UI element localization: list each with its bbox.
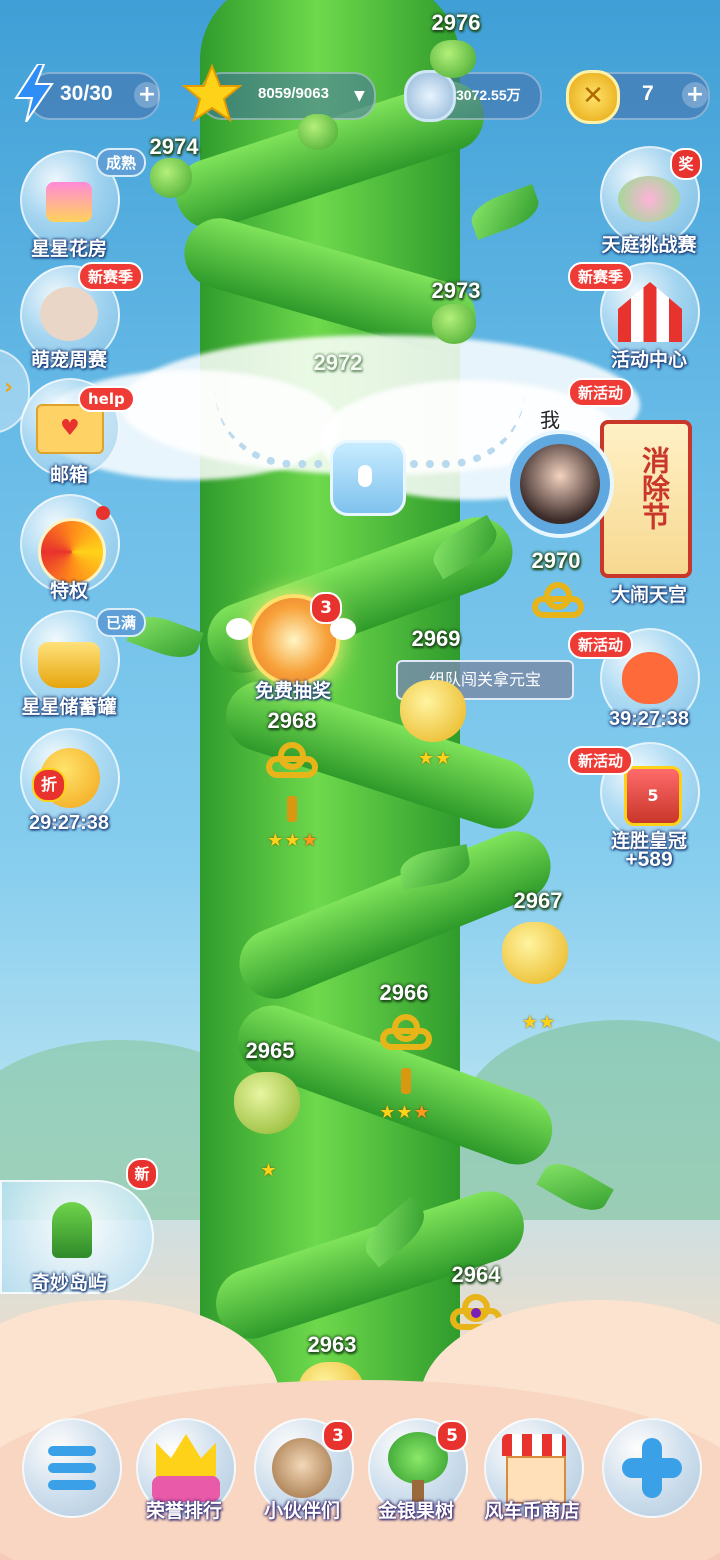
free-lottery-label: 免费抽奖	[254, 680, 331, 702]
stars-2967: ★★	[521, 1012, 557, 1033]
bean-node[interactable]	[432, 304, 476, 344]
friends-label: 小伙伴们	[263, 1500, 340, 1522]
level-2974[interactable]: 2974	[114, 134, 234, 160]
heaven-challenge-label: 天庭挑战赛	[601, 234, 697, 256]
new-season-tag: 新赛季	[78, 262, 144, 291]
reward-badge: 奖	[670, 148, 702, 180]
game-map: 30/30 + 8059/9063 ▼ 3072.55万 ✕ 7 + › 成熟 …	[0, 0, 720, 1560]
star-greenhouse-label: 星星花房	[30, 238, 107, 260]
tree-badge: 5	[436, 1420, 468, 1452]
privilege-label: 特权	[49, 580, 88, 602]
knot-node[interactable]	[530, 580, 586, 636]
lightning-icon	[12, 63, 56, 123]
star-piggybank-label: 星星储蓄罐	[21, 696, 117, 718]
gold-silver-tree-label: 金银果树	[377, 1500, 454, 1522]
palm-tree-icon	[52, 1202, 92, 1258]
wonder-island-label: 奇妙岛屿	[30, 1272, 107, 1294]
bean-node[interactable]	[298, 114, 338, 150]
cat-icon	[40, 287, 98, 341]
level-2973[interactable]: 2973	[396, 278, 516, 304]
tickets-value: 7	[642, 82, 654, 105]
tassel	[287, 796, 297, 822]
level-2976[interactable]: 2976	[396, 10, 516, 36]
knot-node[interactable]	[264, 740, 320, 796]
level-2963[interactable]: 2963	[272, 1332, 392, 1358]
gem-icon	[471, 1308, 481, 1318]
havoc-heaven-label: 大闹天宫	[610, 584, 687, 606]
add-energy-button[interactable]: +	[134, 82, 160, 108]
stars-2968: ★★★	[267, 830, 319, 851]
level-2970[interactable]: 2970	[496, 548, 616, 574]
energy-value: 30/30	[60, 82, 113, 105]
add-tickets-button[interactable]: +	[682, 82, 708, 108]
level-2969[interactable]: 2969	[376, 626, 496, 652]
stars-2966: ★★★	[379, 1102, 431, 1123]
level-2964[interactable]: 2964	[416, 1262, 536, 1288]
bean-node[interactable]	[150, 158, 192, 198]
mailbox-label: 邮箱	[49, 464, 88, 486]
menu-button[interactable]	[22, 1418, 122, 1518]
star-icon	[181, 63, 243, 123]
raccoon-icon	[272, 1438, 332, 1498]
level-2966[interactable]: 2966	[344, 980, 464, 1006]
tent-icon	[618, 282, 682, 342]
help-tag: help	[78, 386, 135, 412]
avatar	[520, 444, 600, 524]
bean-node[interactable]	[430, 40, 476, 78]
honor-ranking-label: 荣誉排行	[145, 1500, 222, 1522]
fox-icon	[622, 652, 678, 704]
crown-icon	[156, 1434, 216, 1478]
heart-icon: ♥	[60, 416, 80, 441]
stars-2969: ★★	[417, 748, 453, 769]
new-season-tag-right: 新赛季	[568, 262, 634, 291]
expand-plus-button[interactable]	[602, 1418, 702, 1518]
activity-center-label: 活动中心	[610, 349, 687, 371]
fox-activity-timer: 39:27:38	[608, 708, 690, 730]
windmill-shop-label: 风车币商店	[484, 1500, 580, 1522]
new-activity-tag-3: 新活动	[568, 746, 634, 775]
flower-icon	[46, 182, 92, 222]
lotus-icon	[618, 176, 680, 222]
level-2965[interactable]: 2965	[210, 1038, 330, 1064]
player-avatar-frame[interactable]	[506, 430, 614, 538]
discount-timer: 29:27:38	[28, 812, 110, 834]
lottery-badge: 3	[310, 592, 342, 624]
stars-2965: ★	[260, 1160, 278, 1181]
stars-value: 8059/9063	[258, 85, 329, 102]
discount-badge: 折	[32, 768, 66, 802]
new-island-badge: 新	[126, 1158, 158, 1190]
chevron-down-icon[interactable]: ▼	[354, 88, 365, 104]
menu-icon	[48, 1446, 96, 1490]
x-coin-icon: ✕	[566, 70, 620, 124]
gold-fruit-node[interactable]	[502, 922, 568, 984]
awning-icon	[502, 1434, 566, 1456]
tassel	[401, 1068, 411, 1094]
full-tag: 已满	[96, 608, 147, 637]
pet-weekly-label: 萌宠周赛	[30, 349, 107, 371]
friends-badge: 3	[322, 1420, 354, 1452]
chevron-right-icon: ›	[4, 375, 14, 400]
wing-icon	[226, 618, 252, 640]
green-fruit-node[interactable]	[234, 1072, 300, 1134]
crown-icon: 5	[624, 766, 682, 826]
me-label: 我	[540, 408, 560, 432]
festival-scroll-text: 消除节	[638, 446, 671, 530]
knot-node[interactable]	[378, 1012, 434, 1068]
level-2967[interactable]: 2967	[478, 888, 598, 914]
keyhole-icon	[358, 465, 372, 487]
level-2968[interactable]: 2968	[232, 708, 352, 734]
coin-jar-icon	[38, 642, 100, 688]
coin-icon	[404, 70, 456, 122]
plus-icon-bar	[622, 1458, 682, 1478]
leaf	[466, 184, 544, 240]
level-2972[interactable]: 2972	[278, 350, 398, 376]
win-streak-bonus: +589	[625, 848, 673, 871]
gold-fruit-node[interactable]	[400, 680, 466, 742]
coins-value: 3072.55万	[456, 87, 521, 103]
new-activity-tag: 新活动	[568, 378, 634, 407]
notification-dot	[96, 506, 110, 520]
